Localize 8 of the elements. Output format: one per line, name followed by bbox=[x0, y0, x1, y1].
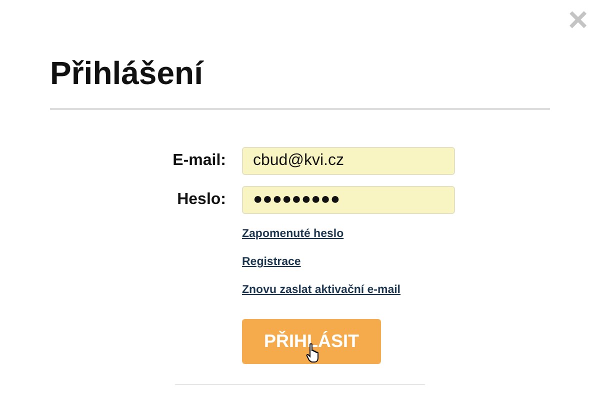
link[interactable]: Registrace bbox=[242, 254, 301, 270]
link[interactable]: Zapomenuté heslo bbox=[242, 226, 344, 242]
field-label: E-mail: bbox=[172, 152, 226, 170]
input-field[interactable]: cbud@kvi.cz bbox=[242, 147, 455, 175]
input-field[interactable]: ●●●●●●●●● bbox=[242, 186, 455, 214]
dialog-title: Přihlášení bbox=[50, 54, 205, 92]
field-label: Heslo: bbox=[176, 191, 226, 209]
link[interactable]: Znovu zaslat aktivační e-mail bbox=[242, 282, 401, 298]
